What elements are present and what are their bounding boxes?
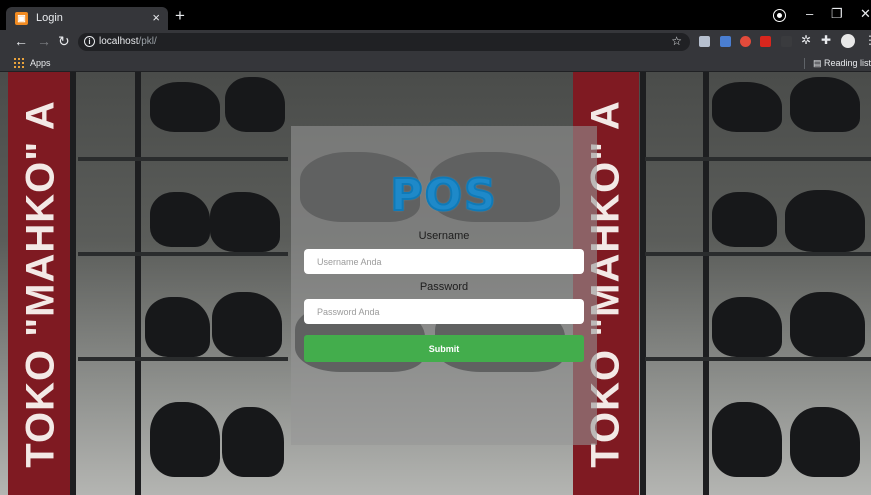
minimize-icon[interactable]: – <box>806 6 813 21</box>
username-input[interactable] <box>304 249 584 274</box>
url-text: localhost/pkl/ <box>99 36 157 47</box>
close-window-icon[interactable]: ✕ <box>860 6 871 22</box>
info-icon[interactable]: i <box>84 36 95 47</box>
gear-extension-icon[interactable]: ✲ <box>801 33 811 47</box>
translate-extension-icon[interactable] <box>720 36 731 47</box>
shield-extension-icon[interactable] <box>699 36 710 47</box>
record-extension-icon[interactable] <box>740 36 751 47</box>
tab-title: Login <box>36 12 63 24</box>
puzzle-extension-icon[interactable]: ✚ <box>821 33 831 47</box>
restore-icon[interactable]: ❐ <box>831 6 843 22</box>
username-label: Username <box>418 230 470 242</box>
apps-grid-icon[interactable] <box>14 58 24 68</box>
pos-logo: POS <box>389 169 498 222</box>
browser-toolbar: ← → ↻ i localhost/pkl/ ☆ ✲ ✚ ⋮ <box>0 30 871 54</box>
apps-bookmark[interactable]: Apps <box>30 58 51 68</box>
store-banner-left: TOKO "MAHKO" A <box>8 72 74 495</box>
pos-favicon-icon: ▣ <box>15 12 28 25</box>
menu-icon[interactable]: ⋮ <box>864 33 871 47</box>
page-viewport: TOKO "MAHKO" A TOKO "MAHKO" A POS Userna… <box>0 72 871 495</box>
profile-icon[interactable] <box>774 10 785 21</box>
new-tab-icon[interactable]: + <box>175 6 185 26</box>
camera-extension-icon[interactable] <box>781 36 792 47</box>
login-form: POS Username Password Submit <box>291 126 597 445</box>
reading-list-button[interactable]: ▤ Reading list <box>803 58 871 69</box>
tab-login[interactable]: ▣ Login × <box>6 7 168 30</box>
password-input[interactable] <box>304 299 584 324</box>
forward-icon[interactable]: → <box>37 33 51 49</box>
bookmarks-bar: Apps ▤ Reading list <box>0 54 871 72</box>
bookmark-star-icon[interactable]: ☆ <box>671 34 682 48</box>
submit-button[interactable]: Submit <box>304 335 584 362</box>
address-bar[interactable]: i localhost/pkl/ ☆ <box>78 33 690 51</box>
mail-extension-icon[interactable] <box>760 36 771 47</box>
back-icon[interactable]: ← <box>14 33 28 49</box>
password-label: Password <box>419 281 469 293</box>
tab-strip: ▣ Login × + – ❐ ✕ <box>0 0 871 30</box>
reload-icon[interactable]: ↻ <box>58 33 70 50</box>
avatar-icon[interactable] <box>841 34 855 48</box>
close-tab-icon[interactable]: × <box>152 10 160 25</box>
